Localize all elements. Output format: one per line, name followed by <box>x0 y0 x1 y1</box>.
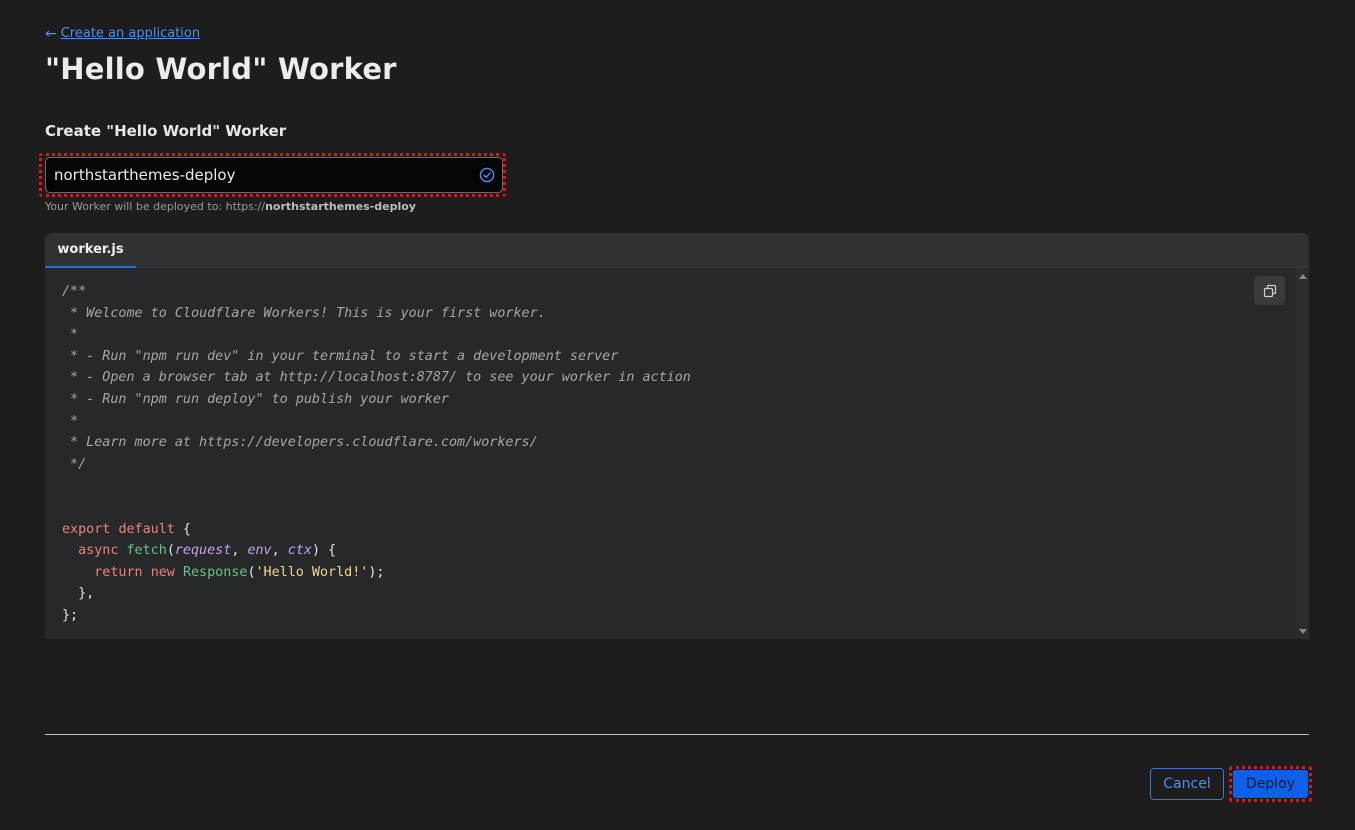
code-token: * Learn more at https://developers.cloud… <box>62 435 538 451</box>
footer-divider <box>45 734 1309 735</box>
code-line: * Learn more at https://developers.cloud… <box>62 432 1296 454</box>
code-token: , <box>231 543 248 559</box>
code-token: , <box>271 543 288 559</box>
code-line: * Welcome to Cloudflare Workers! This is… <box>62 303 1296 325</box>
code-token: * <box>62 327 79 343</box>
code-line: * - Open a browser tab at http://localho… <box>62 367 1296 389</box>
code-token: fetch <box>126 543 167 559</box>
code-line: * <box>62 411 1296 433</box>
back-link-create-application[interactable]: ← Create an application <box>45 26 200 41</box>
code-token: * <box>62 413 79 429</box>
code-token: Response <box>182 564 248 580</box>
code-token: request <box>174 543 232 559</box>
deploy-hint-host: northstarthemes-deploy <box>265 200 416 213</box>
code-token: return <box>94 564 143 580</box>
code-token: */ <box>62 456 87 472</box>
code-line: export default { <box>62 519 1296 541</box>
code-line: async fetch(request, env, ctx) { <box>62 540 1296 562</box>
copy-icon <box>1263 284 1276 297</box>
code-line: }, <box>62 583 1296 605</box>
code-token: env <box>247 543 272 559</box>
code-token: { <box>174 521 191 537</box>
copy-code-button[interactable] <box>1254 276 1285 305</box>
tab-worker-js[interactable]: worker.js <box>45 233 136 268</box>
code-token: * - Run "npm run deploy" to publish your… <box>62 391 449 407</box>
deploy-hint-prefix: Your Worker will be deployed to: https:/… <box>45 200 266 213</box>
code-token: * - Open a browser tab at http://localho… <box>62 370 691 386</box>
code-token: /** <box>62 284 87 299</box>
code-token: ( <box>166 543 175 559</box>
scroll-down-icon[interactable] <box>1299 629 1307 634</box>
code-token: new <box>150 564 175 580</box>
code-line: return new Response('Hello World!'); <box>62 562 1296 584</box>
deploy-button[interactable]: Deploy <box>1233 770 1308 798</box>
code-area[interactable]: /** * Welcome to Cloudflare Workers! Thi… <box>45 269 1296 639</box>
code-line: }; <box>62 605 1296 627</box>
scroll-up-icon[interactable] <box>1299 274 1307 279</box>
arrow-left-icon: ← <box>45 25 57 42</box>
code-line: * - Run "npm run deploy" to publish your… <box>62 389 1296 411</box>
code-line: * - Run "npm run dev" in your terminal t… <box>62 346 1296 368</box>
code-line: /** <box>62 281 1296 303</box>
back-link-label[interactable]: Create an application <box>61 26 200 41</box>
code-token: ctx <box>287 543 312 559</box>
code-line: */ <box>62 454 1296 476</box>
code-token: * Welcome to Cloudflare Workers! This is… <box>62 305 546 321</box>
code-token: ) { <box>311 543 337 559</box>
code-token: 'Hello World!' <box>255 564 369 580</box>
page: ← Create an application "Hello World" Wo… <box>0 0 1355 830</box>
code-token: async <box>78 543 119 559</box>
code-token: export <box>62 521 111 537</box>
check-circle-icon <box>479 167 495 183</box>
code-token: }; <box>62 607 79 623</box>
section-label: Create "Hello World" Worker <box>45 122 287 140</box>
cancel-button[interactable]: Cancel <box>1150 768 1224 800</box>
editor-tab-bar: worker.js <box>45 233 1309 268</box>
worker-name-input[interactable] <box>45 157 503 193</box>
code-token: ); <box>368 564 385 580</box>
code-line: * <box>62 324 1296 346</box>
code-token: }, <box>62 586 95 602</box>
code-editor: worker.js /** * Welcome to Cloudflare Wo… <box>45 233 1309 639</box>
deploy-url-hint: Your Worker will be deployed to: https:/… <box>45 200 416 213</box>
page-title: "Hello World" Worker <box>45 52 397 86</box>
code-token: ( <box>247 564 256 580</box>
editor-scrollbar[interactable] <box>1296 269 1309 639</box>
code-token: default <box>118 521 175 537</box>
code-token: * - Run "npm run dev" in your terminal t… <box>62 348 619 364</box>
